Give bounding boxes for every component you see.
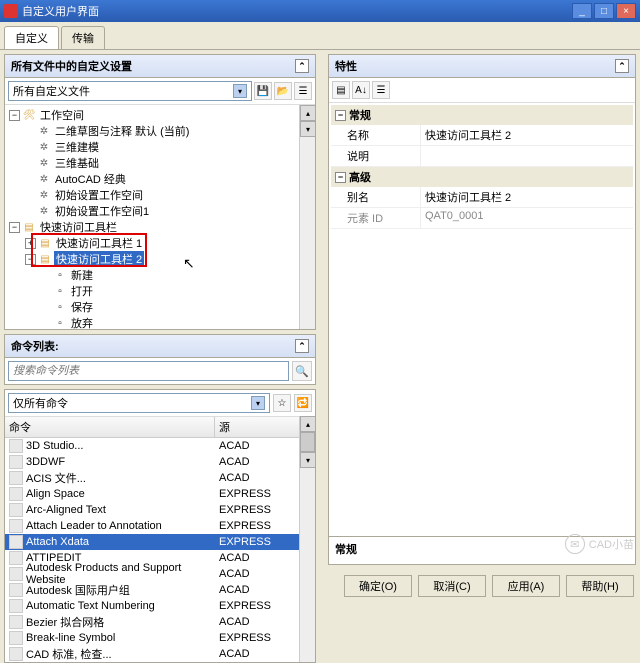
tab-transfer[interactable]: 传输: [61, 26, 105, 49]
command-icon: ▫: [53, 316, 67, 329]
collapse-button[interactable]: ⌃: [615, 59, 629, 73]
table-row[interactable]: ACIS 文件...ACAD: [5, 470, 299, 486]
gear-icon: ✲: [37, 204, 51, 218]
customization-tree[interactable]: −🛠工作空间 ✲二维草图与注释 默认 (当前) ✲三维建模 ✲三维基础 ✲Aut…: [5, 105, 299, 329]
open-button[interactable]: 📂: [274, 82, 292, 100]
close-button[interactable]: ×: [616, 3, 636, 19]
command-icon: [9, 471, 23, 485]
vertical-scrollbar[interactable]: ▴ ▾: [299, 416, 315, 662]
window-titlebar: 自定义用户界面 _ □ ×: [0, 0, 640, 22]
expand-toggle[interactable]: −: [335, 172, 346, 183]
customization-panel: 所有文件中的自定义设置 ⌃ 所有自定义文件 ▾ 💾 📂 ☰ −🛠工作空间 ✲二维…: [4, 54, 316, 330]
collapse-button[interactable]: ⌃: [295, 339, 309, 353]
command-list-panel: 命令列表: ⌃ 🔍: [4, 334, 316, 385]
help-button[interactable]: 帮助(H): [566, 575, 634, 597]
command-icon: [9, 439, 23, 453]
table-row[interactable]: Automatic Text NumberingEXPRESS: [5, 598, 299, 614]
command-icon: [9, 455, 23, 469]
watermark: ✉ CAD小苗: [565, 534, 634, 554]
table-row[interactable]: 3D Studio...ACAD: [5, 438, 299, 454]
command-icon: [9, 615, 23, 629]
scroll-down-icon[interactable]: ▾: [300, 121, 315, 137]
table-row[interactable]: Attach XdataEXPRESS: [5, 534, 299, 550]
table-row[interactable]: Attach Leader to AnnotationEXPRESS: [5, 518, 299, 534]
gear-icon: ✲: [37, 188, 51, 202]
table-row[interactable]: Bezier 拟合网格ACAD: [5, 614, 299, 630]
find-replace-button[interactable]: 🔁: [294, 394, 312, 412]
maximize-button[interactable]: □: [594, 3, 614, 19]
command-icon: [9, 631, 23, 645]
col-command[interactable]: 命令: [5, 417, 215, 437]
minimize-button[interactable]: _: [572, 3, 592, 19]
expand-toggle[interactable]: +: [25, 238, 36, 249]
alphabetical-button[interactable]: A↓: [352, 81, 370, 99]
app-icon: [4, 4, 18, 18]
table-row[interactable]: Autodesk 国际用户组ACAD: [5, 582, 299, 598]
customization-title: 所有文件中的自定义设置: [11, 58, 132, 74]
command-filter-combo[interactable]: 仅所有命令 ▾: [8, 393, 270, 413]
property-grid[interactable]: −常规 名称快速访问工具栏 2 说明 −高级 别名快速访问工具栏 2 元素 ID…: [329, 103, 635, 536]
expand-toggle[interactable]: −: [335, 110, 346, 121]
properties-panel: 特性 ⌃ ▤ A↓ ☰ −常规 名称快速访问工具栏 2 说明 −高级 别名快速访…: [328, 54, 636, 565]
expand-toggle[interactable]: −: [25, 254, 36, 265]
wechat-icon: ✉: [565, 534, 585, 554]
categorized-button[interactable]: ▤: [332, 81, 350, 99]
chevron-down-icon: ▾: [233, 84, 247, 98]
command-icon: [9, 519, 23, 533]
table-row[interactable]: Align SpaceEXPRESS: [5, 486, 299, 502]
properties-title: 特性: [335, 58, 357, 74]
show-description-button[interactable]: ☰: [372, 81, 390, 99]
window-title: 自定义用户界面: [22, 3, 572, 19]
command-icon: [9, 583, 23, 597]
splitter[interactable]: [320, 54, 324, 565]
expand-toggle[interactable]: −: [9, 222, 20, 233]
command-icon: ▫: [53, 284, 67, 298]
vertical-scrollbar[interactable]: ▴ ▾: [299, 105, 315, 329]
toolbar-icon: ▤: [38, 252, 52, 266]
command-icon: ▫: [53, 268, 67, 282]
gear-icon: ✲: [37, 172, 51, 186]
save-all-button[interactable]: 💾: [254, 82, 272, 100]
ok-button[interactable]: 确定(O): [344, 575, 412, 597]
search-button[interactable]: 🔍: [292, 361, 312, 381]
table-row[interactable]: Break-line SymbolEXPRESS: [5, 630, 299, 646]
scroll-up-icon[interactable]: ▴: [300, 105, 315, 121]
tab-strip: 自定义 传输: [0, 22, 640, 49]
toolbar-icon: ▤: [38, 236, 52, 250]
command-icon: [9, 535, 23, 549]
cancel-button[interactable]: 取消(C): [418, 575, 486, 597]
commands-panel: 仅所有命令 ▾ ☆ 🔁 命令源 3D Studio...ACAD3DDWFACA…: [4, 389, 316, 663]
command-icon: [9, 647, 23, 661]
col-source[interactable]: 源: [215, 417, 299, 437]
table-row[interactable]: 3DDWFACAD: [5, 454, 299, 470]
toolbar-icon: ▤: [22, 220, 36, 234]
collapse-button[interactable]: ⌃: [295, 59, 309, 73]
command-icon: ▫: [53, 300, 67, 314]
search-input[interactable]: [8, 361, 289, 381]
new-command-button[interactable]: ☆: [273, 394, 291, 412]
selected-node[interactable]: 快速访问工具栏 2: [54, 251, 144, 267]
table-row[interactable]: Arc-Aligned TextEXPRESS: [5, 502, 299, 518]
filter-combo[interactable]: 所有自定义文件 ▾: [8, 81, 252, 101]
table-row[interactable]: CAD 标准, 检查...ACAD: [5, 646, 299, 662]
tab-customize[interactable]: 自定义: [4, 26, 59, 49]
command-icon: [9, 599, 23, 613]
expand-toggle[interactable]: −: [9, 110, 20, 121]
folder-icon: 🛠: [22, 108, 36, 122]
command-table[interactable]: 命令源 3D Studio...ACAD3DDWFACADACIS 文件...A…: [5, 416, 299, 662]
table-row[interactable]: Autodesk Products and Support WebsiteACA…: [5, 566, 299, 582]
command-icon: [9, 487, 23, 501]
properties-button[interactable]: ☰: [294, 82, 312, 100]
command-icon: [9, 567, 23, 581]
chevron-down-icon: ▾: [251, 396, 265, 410]
command-list-title: 命令列表:: [11, 338, 59, 354]
gear-icon: ✲: [37, 156, 51, 170]
gear-icon: ✲: [37, 124, 51, 138]
command-icon: [9, 503, 23, 517]
gear-icon: ✲: [37, 140, 51, 154]
apply-button[interactable]: 应用(A): [492, 575, 560, 597]
